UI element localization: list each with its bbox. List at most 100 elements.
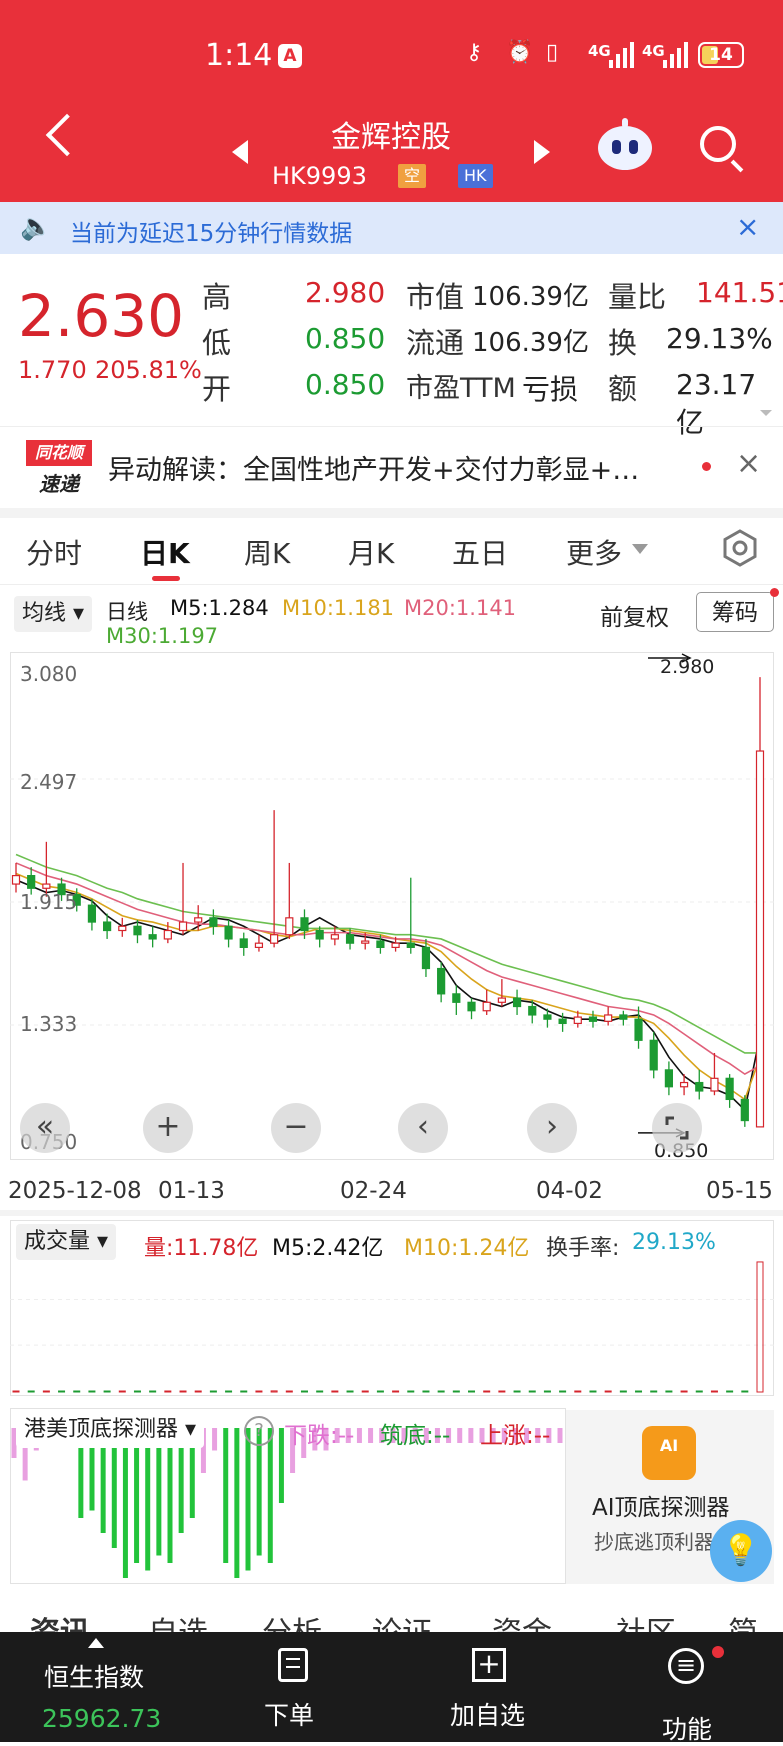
tab-five-day[interactable]: 五日 — [452, 532, 508, 572]
volume-bar — [407, 1390, 415, 1393]
zoom-out-button[interactable]: − — [271, 1103, 321, 1153]
candle-body — [376, 940, 385, 948]
content-tab-community[interactable]: 社区 — [616, 1608, 676, 1632]
order-icon[interactable] — [278, 1648, 308, 1682]
chip-distribution-button[interactable]: 筹码 — [696, 592, 774, 632]
indicator-up: 上涨:-- — [480, 1423, 551, 1449]
news-unread-dot — [702, 462, 711, 471]
low-label: 低 — [202, 326, 232, 360]
indicator-bar — [457, 1428, 463, 1443]
volume-ma10: M10:1.24亿 — [404, 1236, 530, 1261]
content-tab-analysis[interactable]: 分析 — [262, 1608, 322, 1632]
candle-body — [11, 875, 21, 885]
volume-bar — [741, 1390, 749, 1393]
add-watch-icon[interactable]: + — [472, 1648, 506, 1682]
expand-quote-icon[interactable] — [760, 410, 772, 416]
candle-body — [604, 1014, 613, 1022]
order-button[interactable]: 下单 — [264, 1696, 314, 1732]
volume-dropdown-icon: ▾ — [97, 1229, 109, 1254]
add-watch-button[interactable]: 加自选 — [450, 1696, 525, 1732]
scroll-left-button[interactable]: ‹ — [398, 1103, 448, 1153]
divider — [0, 426, 783, 427]
volume-bar — [88, 1390, 96, 1393]
ma-toggle[interactable]: 均线 ▾ — [14, 596, 93, 632]
news-logo-bottom: 速递 — [39, 472, 79, 496]
content-tab-watch[interactable]: 自选 — [148, 1608, 208, 1632]
volume-bar — [452, 1390, 460, 1393]
turnover-value: 29.13% — [666, 322, 773, 355]
more-chevron-icon[interactable] — [632, 544, 648, 554]
volume-label: 成交量 — [24, 1229, 91, 1254]
stock-code: HK9993 — [272, 162, 367, 190]
candle-body — [209, 917, 218, 927]
search-icon[interactable] — [700, 126, 736, 162]
volume-bar — [468, 1390, 476, 1393]
candle-body — [391, 942, 400, 948]
volume-bar — [665, 1390, 673, 1393]
candle-body — [497, 997, 506, 1003]
content-tab-argument[interactable]: 论证 — [372, 1608, 432, 1632]
settings-icon[interactable] — [720, 528, 760, 568]
indicator-bar — [234, 1428, 240, 1578]
next-stock-icon[interactable] — [534, 140, 550, 164]
ma30-label: M30:1.197 — [106, 624, 219, 648]
status-app-badge: A — [278, 44, 302, 68]
volume-bar — [726, 1390, 734, 1393]
volume-bar — [528, 1390, 536, 1393]
content-tab-news[interactable]: 资讯 — [30, 1608, 90, 1632]
candle-body — [300, 917, 309, 932]
volume-bar — [559, 1390, 567, 1393]
price-change: 1.770 — [18, 356, 87, 384]
content-tab-fund[interactable]: 资金 — [492, 1608, 552, 1632]
tab-weekly-k[interactable]: 周K — [244, 532, 290, 572]
back-icon[interactable] — [45, 113, 89, 157]
scroll-to-start-button[interactable]: « — [20, 1103, 70, 1153]
help-icon[interactable]: ? — [244, 1416, 274, 1446]
volume-bar — [650, 1390, 658, 1393]
tab-more[interactable]: 更多 — [566, 532, 622, 572]
robot-assistant-icon[interactable] — [598, 118, 652, 170]
y-tick-0: 3.080 — [20, 662, 78, 686]
tab-intraday[interactable]: 分时 — [26, 532, 82, 572]
content-tab-profile[interactable]: 简况 — [728, 1608, 783, 1632]
zoom-in-button[interactable]: + — [143, 1103, 193, 1153]
indicator-bar — [267, 1428, 273, 1563]
tab-monthly-k[interactable]: 月K — [348, 532, 394, 572]
candle-body — [679, 1081, 689, 1088]
close-icon[interactable]: × — [736, 210, 759, 243]
order-icon-line — [286, 1666, 300, 1668]
y-tick-2: 1.915 — [20, 890, 78, 914]
index-name[interactable]: 恒生指数 — [44, 1658, 144, 1694]
candle-body — [755, 750, 765, 1128]
functions-button[interactable]: 功能 — [662, 1710, 712, 1746]
candle-body — [543, 1014, 552, 1020]
tab-daily-k[interactable]: 日K — [140, 532, 190, 572]
vibrate-icon: ▯ — [546, 40, 559, 65]
x-tick-4: 05-15 — [706, 1178, 773, 1204]
volume-bar — [255, 1390, 263, 1393]
candle-body — [573, 1016, 582, 1025]
scroll-right-button[interactable]: › — [527, 1103, 577, 1153]
candle-body — [224, 925, 233, 940]
volume-bar — [604, 1390, 612, 1393]
volume-bar — [695, 1390, 703, 1393]
candle-body — [649, 1039, 658, 1071]
lightbulb-icon[interactable]: 💡 — [710, 1520, 772, 1582]
short-tag: 空 — [398, 164, 427, 188]
volume-indicator-select[interactable]: 成交量 ▾ — [16, 1224, 117, 1260]
indicator-select[interactable]: 港美顶底探测器 ▾ — [16, 1412, 205, 1448]
candle-body — [163, 929, 172, 940]
index-expand-icon[interactable] — [88, 1638, 104, 1648]
candle-body — [558, 1018, 567, 1025]
news-headline[interactable]: 异动解读：全国性地产开发+交付力彰显+… — [108, 448, 704, 487]
volume-bar — [240, 1390, 248, 1393]
price-change-pct: 205.81% — [95, 356, 202, 384]
k-line-chart[interactable] — [10, 652, 774, 1160]
news-close-icon[interactable]: × — [736, 446, 761, 481]
adjust-mode[interactable]: 前复权 — [600, 598, 669, 632]
prev-stock-icon[interactable] — [232, 140, 248, 164]
functions-icon[interactable]: ≡ — [668, 1648, 704, 1684]
candle-body — [361, 940, 370, 944]
fullscreen-icon[interactable] — [652, 1103, 702, 1153]
indicator-bar — [212, 1428, 218, 1451]
